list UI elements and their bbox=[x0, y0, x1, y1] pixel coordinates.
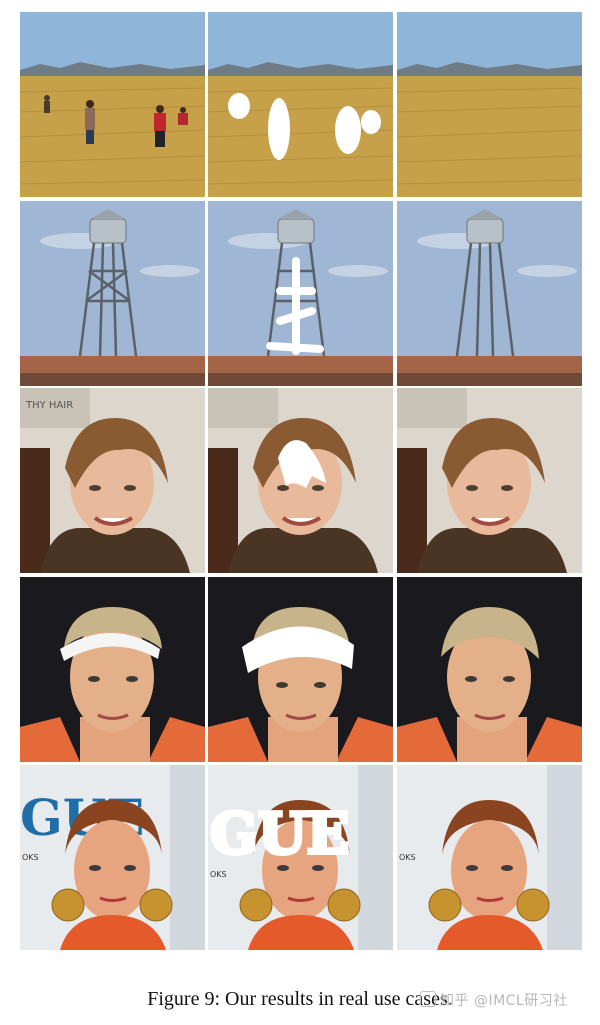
portrait-result-image bbox=[397, 388, 582, 573]
tower-input-image bbox=[20, 201, 205, 386]
figure-grid: THY HAIR OKS GUE OKS OKS bbox=[20, 12, 585, 952]
tower-result-image bbox=[397, 201, 582, 386]
watermark: 知乎 @IMCL研习社 bbox=[420, 990, 568, 1010]
magazine-side-text: OKS bbox=[22, 853, 39, 862]
magazine-side-text: OKS bbox=[210, 870, 227, 879]
magazine-side-text: OKS bbox=[399, 853, 416, 862]
field-masked-image bbox=[208, 12, 393, 197]
magazine-masked-image: GUE OKS bbox=[208, 765, 393, 950]
magazine-result-image: OKS bbox=[397, 765, 582, 950]
portrait-masked-image bbox=[208, 388, 393, 573]
field-input-image bbox=[20, 12, 205, 197]
tower-masked-image bbox=[208, 201, 393, 386]
magazine-mask-text: GUE bbox=[210, 801, 349, 867]
headband-input-image bbox=[20, 577, 205, 762]
zhihu-logo-icon bbox=[420, 991, 436, 1007]
headband-masked-image bbox=[208, 577, 393, 762]
watermark-text: 知乎 @IMCL研习社 bbox=[440, 993, 568, 1009]
sign-text: THY HAIR bbox=[25, 400, 73, 411]
field-result-image bbox=[397, 12, 582, 197]
portrait-input-image: THY HAIR bbox=[20, 388, 205, 573]
magazine-input-image: GUE OKS bbox=[20, 765, 205, 950]
headband-result-image bbox=[397, 577, 582, 762]
